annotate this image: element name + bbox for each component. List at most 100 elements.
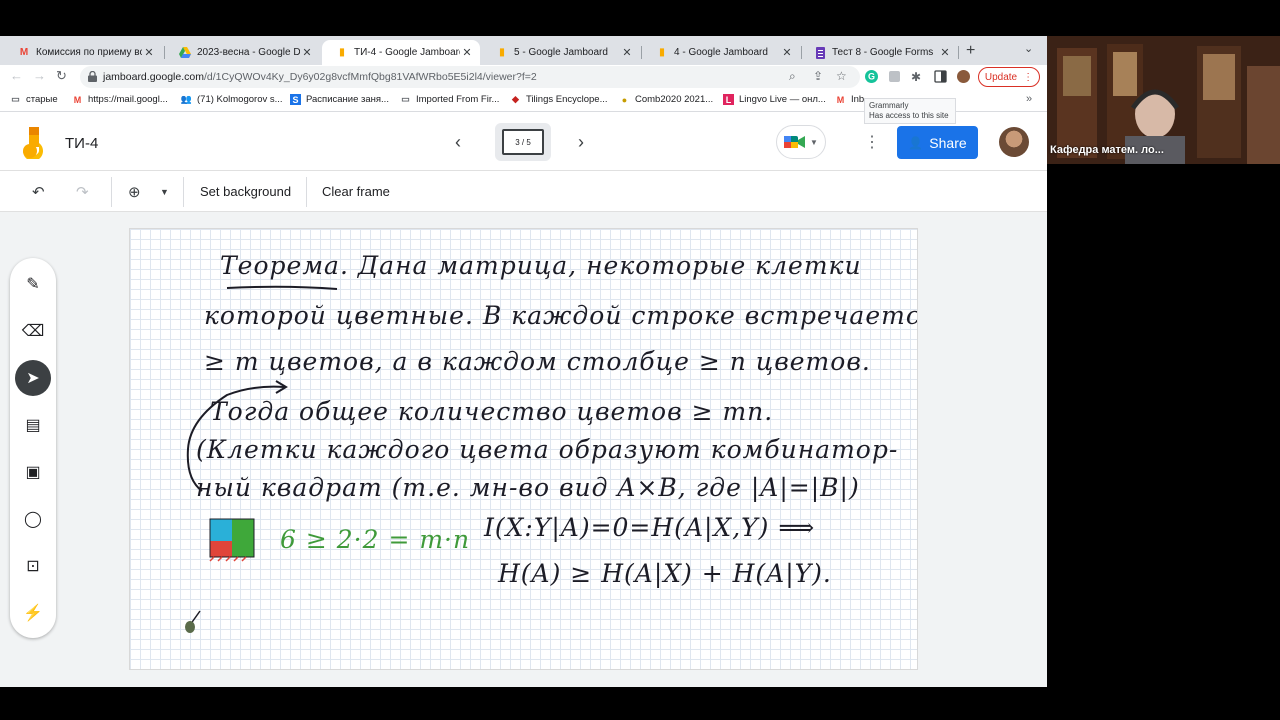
redo-icon[interactable]: ↷ [76, 183, 89, 201]
zoom-in-icon[interactable]: ⊕ [128, 183, 141, 201]
menu-kebab-icon: ⋮ [1023, 71, 1034, 83]
drive-icon [179, 47, 191, 59]
handwriting-line: ный квадрат (т.е. мн-во вид A×B, где |A|… [196, 473, 860, 502]
tab-gmail[interactable]: M Комиссия по приему вступ... ✕ [4, 40, 162, 65]
side-panel-icon[interactable] [934, 70, 947, 83]
colored-grid-sketch [209, 518, 255, 562]
laser-tool-icon[interactable]: ⚡ [15, 595, 51, 631]
bookmark-item[interactable]: Mhttps://mail.googl... [72, 94, 168, 105]
share-button[interactable]: 👤 Share [897, 126, 978, 159]
document-title[interactable]: ТИ-4 [65, 135, 98, 152]
lingvo-icon: L [723, 94, 734, 105]
more-options-icon[interactable]: ⋮ [864, 132, 880, 152]
tile-icon: ◆ [512, 94, 519, 104]
extension-tooltip: Grammarly Has access to this site [864, 98, 956, 124]
update-button[interactable]: Update ⋮ [978, 67, 1040, 87]
handwriting-line: ≥ m цветов, а в каждом столбце ≥ n цвето… [204, 347, 871, 376]
close-icon[interactable]: ✕ [142, 46, 156, 59]
bookmark-item[interactable]: ▭ Imported From Fir... [400, 94, 499, 105]
forms-icon [814, 46, 826, 59]
browser-toolbar: ← → ↻ jamboard.google.com/d/1CyQWOv4Ky_D… [0, 65, 1047, 89]
tooltip-subtitle: Has access to this site [869, 111, 949, 120]
clear-frame-button[interactable]: Clear frame [322, 184, 390, 199]
bookmark-item[interactable]: ▭ старые [10, 94, 57, 105]
close-icon[interactable]: ✕ [620, 46, 634, 59]
profile-avatar[interactable] [957, 70, 970, 83]
tab-5-jamboard[interactable]: ▮ 5 - Google Jamboard ✕ [482, 40, 640, 65]
reload-icon[interactable]: ↻ [56, 68, 67, 84]
edit-toolbar: ↶ ↷ ⊕ ▼ Set background Clear frame [0, 170, 1047, 212]
sticky-note-tool-icon[interactable]: ▤ [15, 407, 51, 443]
jamboard-logo-icon [23, 127, 43, 159]
url-text: jamboard.google.com/d/1CyQWOv4Ky_Dy6y02g… [103, 71, 537, 83]
gmail-icon: M [19, 47, 29, 58]
tab-search-icon[interactable]: ⌄ [1024, 42, 1033, 55]
folder-icon: ▭ [401, 94, 410, 104]
jam-frame[interactable]: Теорема. Дана матрица, некоторые клетки … [129, 228, 918, 670]
bookmark-item[interactable]: 👥 (71) Kolmogorov s... [181, 94, 283, 105]
handwriting-line: Тогда общее количество цветов ≥ mn. [210, 397, 774, 426]
grammarly-icon[interactable]: G [865, 70, 878, 83]
handwriting-line: I(X:Y|A)=0=H(A|X,Y) ⟹ [484, 513, 816, 542]
frame-indicator: 3 / 5 [502, 129, 544, 155]
gmail-icon: M [836, 94, 845, 105]
bookmark-star-icon[interactable]: ☆ [836, 69, 847, 83]
bookmark-item[interactable]: S Расписание заня... [290, 94, 389, 105]
chevron-right-icon[interactable]: › [578, 132, 584, 153]
close-icon[interactable]: ✕ [460, 46, 474, 59]
undo-icon[interactable]: ↶ [32, 183, 45, 201]
svg-text:G: G [868, 72, 875, 82]
close-icon[interactable]: ✕ [938, 46, 952, 59]
tab-4-jamboard[interactable]: ▮ 4 - Google Jamboard ✕ [642, 40, 800, 65]
circle-shape-tool-icon[interactable]: ◯ [15, 501, 51, 537]
handwriting-line: Теорема. Дана матрица, некоторые клетки [220, 251, 862, 280]
close-icon[interactable]: ✕ [300, 46, 314, 59]
comb-icon: ● [621, 94, 628, 105]
back-icon[interactable]: ← [10, 68, 23, 83]
handwriting-line: H(A) ≥ H(A|X) + H(A|Y). [498, 559, 832, 588]
frame-bar-button[interactable]: 3 / 5 [495, 123, 551, 161]
tab-title: Комиссия по приему вступ... [36, 47, 142, 58]
close-icon[interactable]: ✕ [780, 46, 794, 59]
participant-name: Кафедра матем. ло... [1050, 144, 1164, 156]
extension-icon[interactable] [888, 70, 901, 83]
zoom-dropdown-icon[interactable]: ▼ [160, 187, 169, 197]
schedule-icon: S [290, 94, 301, 105]
new-tab-button[interactable]: + [966, 42, 975, 60]
bookmark-item[interactable]: ◆ Tilings Encyclope... [510, 94, 607, 105]
bookmark-item[interactable]: ● Comb2020 2021... [619, 94, 713, 105]
share-page-icon[interactable]: ⇪ [813, 69, 823, 83]
bookmark-item[interactable]: M Inb [835, 94, 864, 105]
tab-drive[interactable]: 2023-весна - Google Drive ✕ [165, 40, 320, 65]
tab-ti4-jamboard[interactable]: ▮ ТИ-4 - Google Jamboard ✕ [322, 40, 480, 65]
gmail-icon: M [73, 94, 82, 105]
tab-title: 5 - Google Jamboard [514, 47, 608, 58]
chevron-left-icon[interactable]: ‹ [455, 132, 461, 153]
bookmark-item[interactable]: L Lingvo Live — онл... [723, 94, 826, 105]
tab-forms[interactable]: Тест 8 - Google Forms ✕ [800, 40, 958, 65]
person-icon: 👤 [908, 135, 924, 150]
meet-button[interactable]: ▼ [776, 125, 826, 159]
eraser-tool-icon[interactable]: ⌫ [15, 313, 51, 349]
tab-title: 4 - Google Jamboard [674, 47, 768, 58]
avatar[interactable] [999, 127, 1029, 157]
text-box-tool-icon[interactable]: ⊡ [15, 548, 51, 584]
forward-icon[interactable]: → [33, 68, 46, 83]
address-bar[interactable]: jamboard.google.com/d/1CyQWOv4Ky_Dy6y02g… [80, 66, 860, 88]
handwriting-line: (Клетки каждого цвета образуют комбинато… [196, 435, 899, 464]
zoom-icon[interactable]: ⌕ [789, 69, 796, 84]
jamboard-icon: ▮ [499, 47, 505, 58]
screen: M Комиссия по приему вступ... ✕ 2023-вес… [0, 0, 1280, 720]
underline-stroke [226, 285, 338, 290]
set-background-button[interactable]: Set background [200, 184, 291, 199]
select-tool-icon[interactable]: ➤ [15, 360, 51, 396]
meet-icon [784, 136, 806, 148]
tab-strip: M Комиссия по приему вступ... ✕ 2023-вес… [0, 36, 1047, 65]
dropdown-arrow-icon: ▼ [810, 137, 818, 147]
extensions-puzzle-icon[interactable]: ✱ [911, 70, 921, 84]
jamboard-icon: ▮ [339, 47, 345, 58]
bookmarks-overflow-icon[interactable]: » [1026, 93, 1032, 105]
image-tool-icon[interactable]: ▣ [15, 454, 51, 490]
pen-tool-icon[interactable]: ✎ [15, 266, 51, 302]
pen-cursor-icon [185, 610, 201, 633]
